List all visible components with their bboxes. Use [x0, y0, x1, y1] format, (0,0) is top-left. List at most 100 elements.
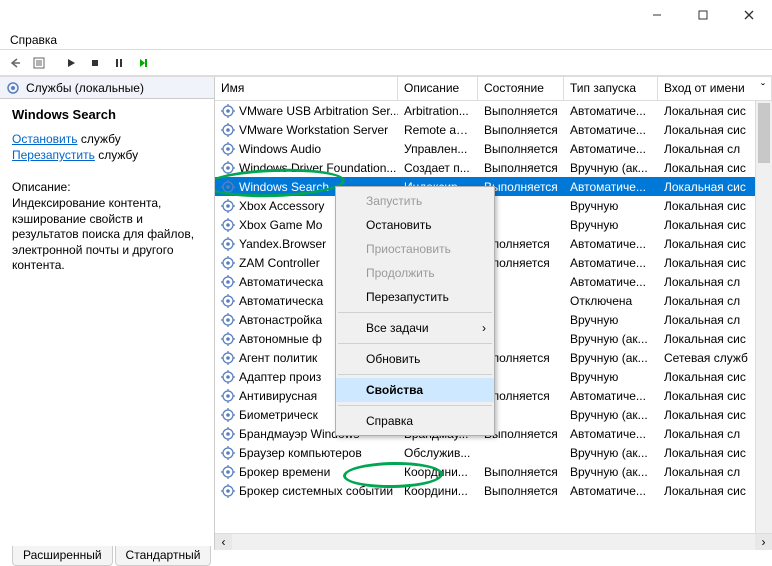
- scroll-right-icon[interactable]: ›: [755, 534, 772, 551]
- description-header: Описание:: [12, 180, 202, 194]
- service-start: Вручную (ак...: [564, 408, 658, 422]
- services-list-pane: Имя Описание Состояние Тип запуска Вход …: [215, 77, 772, 550]
- service-name: Windows Driver Foundation...: [239, 161, 396, 175]
- service-name: Агент политик: [239, 351, 317, 365]
- ctx-stop[interactable]: Остановить: [336, 213, 494, 237]
- pause-button[interactable]: [108, 52, 130, 74]
- tab-standard[interactable]: Стандартный: [115, 546, 212, 566]
- service-state: Выполняется: [478, 484, 564, 498]
- service-start: Автоматиче...: [564, 256, 658, 270]
- service-gear-icon: [221, 484, 235, 498]
- submenu-arrow-icon: ›: [482, 321, 486, 335]
- service-start: Вручную: [564, 313, 658, 327]
- service-desc: Координи...: [398, 465, 478, 479]
- detail-pane: Windows Search Остановить службу Перезап…: [0, 99, 214, 550]
- service-gear-icon: [221, 332, 235, 346]
- service-start: Вручную: [564, 199, 658, 213]
- main-area: Службы (локальные) Windows Search Остано…: [0, 76, 772, 550]
- close-button[interactable]: [726, 0, 772, 30]
- toolbar: [0, 50, 772, 76]
- service-desc: Обслужив...: [398, 446, 478, 460]
- menu-help[interactable]: Справка: [2, 31, 65, 49]
- col-start[interactable]: Тип запуска: [564, 77, 658, 100]
- services-icon: [6, 81, 20, 95]
- service-name: Автоматическа: [239, 294, 323, 308]
- service-name: Браузер компьютеров: [239, 446, 362, 460]
- restart-action: Перезапустить службу: [12, 148, 202, 162]
- service-start: Вручную: [564, 370, 658, 384]
- stop-button[interactable]: [84, 52, 106, 74]
- service-gear-icon: [221, 161, 235, 175]
- service-name: ZAM Controller: [239, 256, 320, 270]
- service-start: Автоматиче...: [564, 104, 658, 118]
- service-name: Автонастройка: [239, 313, 322, 327]
- table-row[interactable]: Windows Driver Foundation...Создает п...…: [215, 158, 772, 177]
- service-state: Выполняется: [478, 161, 564, 175]
- ctx-help[interactable]: Справка: [336, 409, 494, 433]
- back-button[interactable]: [4, 52, 26, 74]
- service-name: Адаптер произ: [239, 370, 321, 384]
- tab-extended[interactable]: Расширенный: [12, 546, 113, 566]
- service-gear-icon: [221, 294, 235, 308]
- table-row[interactable]: VMware Workstation ServerRemote ac...Вып…: [215, 120, 772, 139]
- service-title: Windows Search: [12, 107, 202, 122]
- service-name: Брокер времени: [239, 465, 330, 479]
- service-gear-icon: [221, 123, 235, 137]
- scroll-left-icon[interactable]: ‹: [215, 534, 232, 551]
- minimize-button[interactable]: [634, 0, 680, 30]
- service-gear-icon: [221, 465, 235, 479]
- restart-button[interactable]: [132, 52, 154, 74]
- service-gear-icon: [221, 199, 235, 213]
- restart-link[interactable]: Перезапустить: [12, 148, 95, 162]
- menubar: Справка: [0, 30, 772, 50]
- service-start: Автоматиче...: [564, 484, 658, 498]
- stop-link[interactable]: Остановить: [12, 132, 78, 146]
- service-start: Вручную (ак...: [564, 446, 658, 460]
- play-button[interactable]: [60, 52, 82, 74]
- left-category-column: Службы (локальные) Windows Search Остано…: [0, 77, 215, 550]
- horizontal-scrollbar[interactable]: ‹ ›: [215, 533, 772, 550]
- table-row[interactable]: Брокер системных событий Координи...Выпол…: [215, 481, 772, 500]
- table-row[interactable]: Windows AudioУправлен...ВыполняетсяАвтом…: [215, 139, 772, 158]
- service-start: Автоматиче...: [564, 237, 658, 251]
- col-logon[interactable]: Вход от имени ˇ: [658, 77, 772, 100]
- window-titlebar: [0, 0, 772, 30]
- stop-action: Остановить службу: [12, 132, 202, 146]
- service-start: Вручную: [564, 218, 658, 232]
- properties-button[interactable]: [28, 52, 50, 74]
- service-name: Антивирусная: [239, 389, 317, 403]
- table-row[interactable]: Браузер компьютеров Обслужив... Вручную (а…: [215, 443, 772, 462]
- table-row[interactable]: Брокер времениКоордини...ВыполняетсяВруч…: [215, 462, 772, 481]
- service-gear-icon: [221, 389, 235, 403]
- service-desc: Arbitration...: [398, 104, 478, 118]
- ctx-restart[interactable]: Перезапустить: [336, 285, 494, 309]
- service-start: Вручную (ак...: [564, 161, 658, 175]
- col-desc[interactable]: Описание: [398, 77, 478, 100]
- service-start: Автоматиче...: [564, 275, 658, 289]
- ctx-refresh[interactable]: Обновить: [336, 347, 494, 371]
- service-gear-icon: [221, 256, 235, 270]
- service-desc: Координи...: [398, 484, 478, 498]
- service-start: Автоматиче...: [564, 389, 658, 403]
- col-state[interactable]: Состояние: [478, 77, 564, 100]
- service-desc: Создает п...: [398, 161, 478, 175]
- category-header[interactable]: Службы (локальные): [0, 77, 214, 99]
- service-name: VMware USB Arbitration Ser...: [239, 104, 398, 118]
- service-desc: Remote ac...: [398, 123, 478, 137]
- table-row[interactable]: VMware USB Arbitration Ser...Arbitration…: [215, 101, 772, 120]
- service-gear-icon: [221, 237, 235, 251]
- service-name: Брокер системных событий: [239, 484, 393, 498]
- service-state: Выполняется: [478, 104, 564, 118]
- service-start: Вручную (ак...: [564, 465, 658, 479]
- ctx-pause: Приостановить: [336, 237, 494, 261]
- view-tabs: Расширенный Стандартный: [12, 546, 213, 566]
- maximize-button[interactable]: [680, 0, 726, 30]
- service-gear-icon: [221, 104, 235, 118]
- service-start: Автоматиче...: [564, 427, 658, 441]
- description-block: Описание: Индексирование контента, кэшир…: [12, 180, 202, 274]
- ctx-properties[interactable]: Свойства: [336, 378, 494, 402]
- service-start: Вручную (ак...: [564, 351, 658, 365]
- vertical-scrollbar[interactable]: [755, 101, 772, 533]
- col-name[interactable]: Имя: [215, 77, 398, 100]
- ctx-alltasks[interactable]: Все задачи›: [336, 316, 494, 340]
